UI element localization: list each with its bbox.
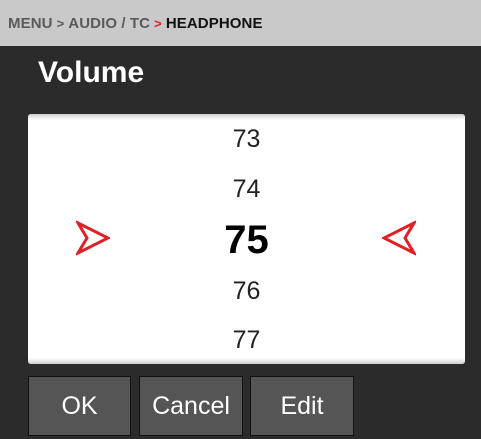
ok-button[interactable]: OK [28,376,131,436]
selection-arrow-left-icon [382,220,416,256]
breadcrumb-separator-active-icon: > [154,15,162,31]
breadcrumb-separator-icon: > [56,15,65,31]
edit-button[interactable]: Edit [250,376,354,436]
breadcrumb-item-menu[interactable]: MENU [8,15,53,32]
picker-value-next-1[interactable]: 76 [28,277,465,306]
page-title: Volume [38,56,145,89]
volume-picker[interactable]: 73 74 75 76 77 [28,114,465,364]
breadcrumb: MENU > AUDIO / TC > HEADPHONE [0,0,481,46]
picker-value-prev-1[interactable]: 74 [28,175,465,204]
selection-arrow-right-icon [76,220,110,256]
cancel-button[interactable]: Cancel [139,376,243,436]
breadcrumb-item-audio-tc[interactable]: AUDIO / TC [68,15,150,32]
breadcrumb-item-current: HEADPHONE [165,14,263,32]
picker-value-prev-2[interactable]: 73 [28,125,465,154]
picker-value-next-2[interactable]: 77 [28,326,465,355]
